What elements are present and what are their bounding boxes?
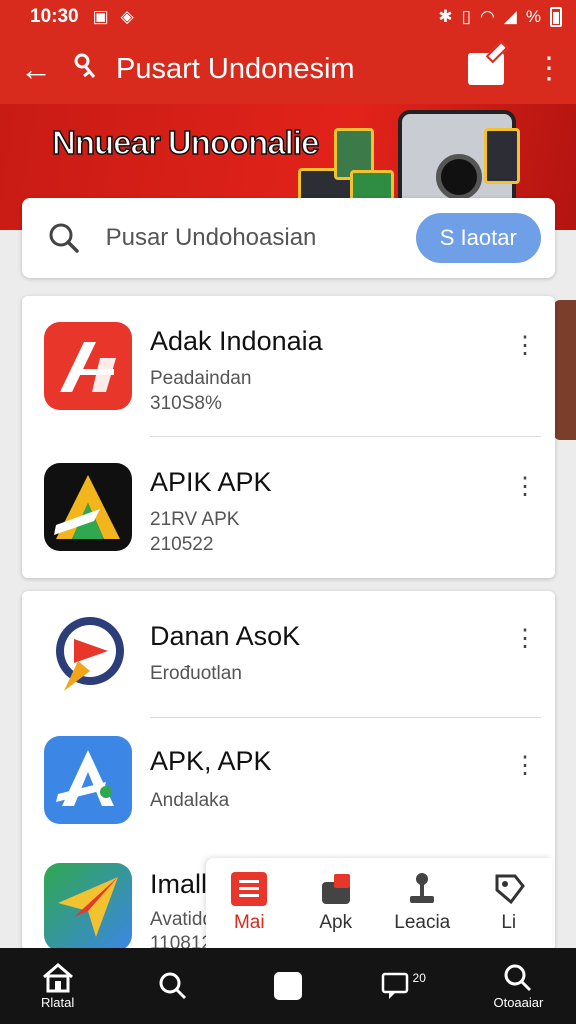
nav-label: Li	[501, 912, 517, 933]
bottom-nav-search[interactable]	[115, 971, 230, 1001]
more-vert-icon[interactable]: ⋮	[513, 754, 537, 778]
nav-label: Mai	[233, 912, 265, 933]
home-button-icon	[274, 972, 302, 1000]
app-name: APK, APK	[150, 746, 272, 776]
app-subtitle: 21RV APK	[150, 509, 240, 530]
app-meta: 210522	[150, 534, 214, 555]
bottom-nav-discover[interactable]: Otoaaiar	[461, 963, 576, 1010]
bottom-navigation: Rlatal 20 Otoaaiar	[0, 948, 576, 1024]
bottom-nav-home[interactable]: Rlatal	[0, 962, 115, 1010]
app-icon	[44, 322, 132, 410]
app-name: Danan AsoK	[150, 621, 301, 651]
search-button[interactable]: S Iaotar	[415, 213, 541, 263]
app-notification-icon: ◈	[120, 7, 134, 26]
app-list-item[interactable]: Danan AsoK Erođuotlan ⋮	[22, 591, 555, 718]
wifi-icon: ◠	[479, 7, 495, 26]
app-list-item[interactable]: APIK APK 21RV APK 210522 ⋮	[22, 437, 555, 578]
app-icon	[44, 736, 132, 824]
bluetooth-icon: ✱	[438, 7, 453, 26]
status-bar: 10:30 ▣ ◈ ✱ ▯ ◠ ◢ %	[0, 0, 576, 34]
app-bar: ← Pusart Undonesim ⋮	[0, 34, 576, 104]
more-vert-icon[interactable]: ⋮	[513, 334, 537, 358]
app-icon	[44, 463, 132, 551]
more-vert-icon[interactable]: ⋮	[513, 475, 537, 499]
more-vert-icon[interactable]: ⋮	[534, 54, 564, 84]
message-count: 20	[412, 971, 426, 985]
battery-percent: %	[525, 7, 541, 26]
app-meta: 310S8%	[150, 393, 222, 414]
search-icon	[159, 972, 186, 1000]
bottom-nav-label: Rlatal	[40, 994, 75, 1010]
app-name: Adak Indonaia	[150, 326, 323, 356]
app-icon	[44, 609, 132, 697]
battery-icon	[550, 7, 562, 27]
app-name: APIK APK	[150, 467, 272, 497]
key-icon	[72, 52, 116, 87]
category-nav: Mai Apk Leacia Li	[206, 858, 552, 948]
signal-icon: ◢	[503, 7, 517, 26]
more-vert-icon[interactable]: ⋮	[513, 627, 537, 651]
search-input[interactable]	[105, 224, 416, 252]
bottom-nav-label: Otoaaiar	[493, 994, 544, 1010]
list-icon	[231, 872, 268, 906]
nav-tab-apk[interactable]: Apk	[293, 858, 380, 948]
store-icon	[321, 874, 350, 904]
status-time: 10:30	[30, 6, 79, 27]
nav-label: Apk	[319, 912, 353, 933]
tag-icon	[495, 874, 525, 905]
app-list-card: Adak Indonaia Peadaindan 310S8% ⋮ APIK A…	[22, 296, 555, 578]
search-bar: S Iaotar	[22, 198, 555, 278]
camera-lens-image	[436, 154, 482, 200]
chat-icon	[381, 972, 408, 999]
banner-text: Nnuear Unoonalie	[51, 123, 320, 162]
search-icon	[22, 221, 106, 255]
app-icon	[44, 863, 132, 951]
joystick-icon	[410, 873, 435, 903]
app-list-item[interactable]: APK, APK Andalaka ⋮	[22, 718, 555, 845]
nav-tab-main[interactable]: Mai	[206, 858, 293, 948]
page-title: Pusart Undonesim	[116, 52, 355, 85]
search-icon	[504, 964, 532, 991]
edit-icon[interactable]	[468, 53, 504, 85]
bottom-nav-messages[interactable]: 20	[346, 971, 461, 1001]
app-subtitle: Erođuotlan	[150, 663, 242, 684]
app-list-item[interactable]: Adak Indonaia Peadaindan 310S8% ⋮	[22, 296, 555, 437]
app-subtitle: Andalaka	[150, 790, 230, 811]
home-icon	[42, 962, 73, 992]
nav-tab-li[interactable]: Li	[466, 858, 553, 948]
app-subtitle: Peadaindan	[150, 368, 252, 389]
notification-icon: ▣	[92, 7, 109, 26]
bottom-nav-center[interactable]	[230, 972, 345, 1000]
vibrate-icon: ▯	[461, 7, 471, 26]
side-panel-peek	[554, 300, 576, 440]
nav-tab-leacia[interactable]: Leacia	[379, 858, 466, 948]
nav-label: Leacia	[394, 912, 451, 933]
back-arrow-icon[interactable]: ←	[0, 51, 72, 88]
